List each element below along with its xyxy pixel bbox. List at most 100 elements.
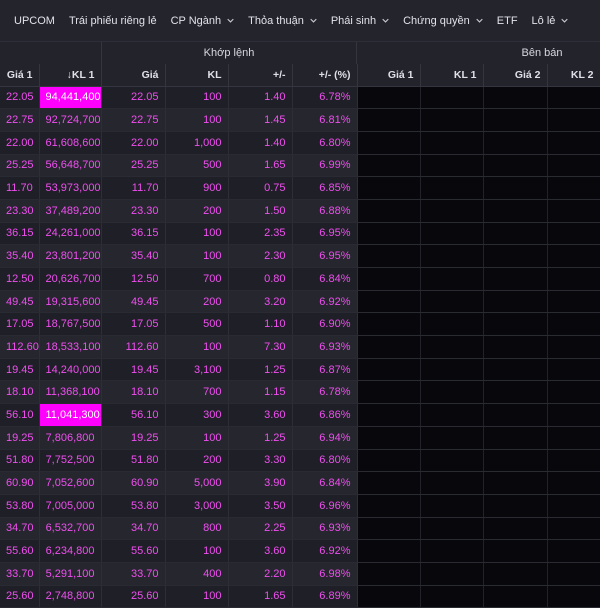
cell-buy-price-1: 22.05	[0, 86, 40, 110]
table-row[interactable]: 60.90 7,052,600 60.90 5,000 3.90 6.84%	[0, 471, 600, 495]
table-row[interactable]: 18.10 11,368,100 18.10 700 1.15 6.78%	[0, 380, 600, 405]
table-row[interactable]: 22.00 61,608,600 22.00 1,000 1.40 6.80%	[0, 131, 600, 155]
cell-buy-price-1: 17.05	[0, 312, 40, 337]
cell-change-percent: 6.94%	[292, 426, 358, 450]
cell-change-percent: 6.86%	[292, 403, 358, 427]
cell-match-volume: 300	[165, 403, 229, 427]
table-row[interactable]: 11.70 53,973,000 11.70 900 0.75 6.85%	[0, 176, 600, 200]
table-row[interactable]: 33.70 5,291,100 33.70 400 2.20 6.98%	[0, 562, 600, 586]
cell-sell-side-empty	[483, 290, 548, 314]
match-group-title: Khớp lệnh	[203, 47, 255, 59]
cell-sell-side-empty	[420, 131, 484, 155]
col-header-buy-price-1[interactable]: Giá 1	[0, 64, 40, 87]
col-header-sell-volume-1[interactable]: KL 1	[420, 64, 484, 87]
table-row[interactable]: 25.25 56,648,700 25.25 500 1.65 6.99%	[0, 154, 600, 178]
table-row[interactable]: 17.05 18,767,500 17.05 500 1.10 6.90%	[0, 312, 600, 337]
cell-sell-side-empty	[420, 312, 484, 337]
cell-match-volume: 900	[165, 176, 229, 200]
cell-sell-side-empty	[420, 244, 484, 268]
table-row[interactable]: 35.40 23,801,200 35.40 100 2.30 6.95%	[0, 244, 600, 268]
cell-change: 1.40	[228, 86, 293, 110]
cell-match-price: 23.30	[101, 199, 166, 223]
cell-match-volume: 1,000	[165, 131, 229, 155]
col-header-sell-price-2[interactable]: Giá 2	[483, 64, 548, 87]
market-tab-4[interactable]: Phái sinh	[331, 15, 389, 27]
cell-change: 1.15	[228, 380, 293, 405]
cell-change: 3.60	[228, 539, 293, 563]
cell-change: 1.65	[228, 585, 293, 608]
market-tab-3[interactable]: Thỏa thuận	[248, 15, 317, 27]
cell-match-volume: 3,000	[165, 494, 229, 518]
table-row[interactable]: 34.70 6,532,700 34.70 800 2.25 6.93%	[0, 517, 600, 541]
table-row[interactable]: 49.45 19,315,600 49.45 200 3.20 6.92%	[0, 290, 600, 314]
table-row[interactable]: 22.75 92,724,700 22.75 100 1.45 6.81%	[0, 108, 600, 132]
cell-buy-volume-1: 14,240,000	[39, 358, 102, 382]
col-header-match-price[interactable]: Giá	[101, 64, 166, 87]
cell-change-percent: 6.81%	[292, 108, 358, 132]
cell-sell-side-empty	[547, 562, 600, 586]
cell-buy-volume-1: 7,005,000	[39, 494, 102, 518]
cell-change-percent: 6.98%	[292, 562, 358, 586]
cell-buy-price-1: 25.25	[0, 154, 40, 178]
market-tab-2[interactable]: CP Ngành	[171, 15, 235, 27]
cell-match-price: 11.70	[101, 176, 166, 200]
col-header-sell-price-1[interactable]: Giá 1	[357, 64, 421, 87]
cell-sell-side-empty	[357, 585, 421, 608]
table-row[interactable]: 112.60 18,533,100 112.60 100 7.30 6.93%	[0, 335, 600, 359]
table-row[interactable]: 25.60 2,748,800 25.60 100 1.65 6.89%	[0, 585, 600, 608]
cell-change: 3.90	[228, 471, 293, 495]
table-row[interactable]: 23.30 37,489,200 23.30 200 1.50 6.88%	[0, 199, 600, 223]
col-header-sell-volume-2[interactable]: KL 2	[547, 64, 600, 87]
market-tab-bar: UPCOM Trái phiếu riêng lẻ CP Ngành Thỏa thu…	[0, 0, 600, 42]
table-row[interactable]: 53.80 7,005,000 53.80 3,000 3.50 6.96%	[0, 494, 600, 518]
cell-change-percent: 6.84%	[292, 471, 358, 495]
market-tab-0[interactable]: UPCOM	[14, 15, 55, 27]
cell-change-percent: 6.85%	[292, 176, 358, 200]
table-row[interactable]: 19.45 14,240,000 19.45 3,100 1.25 6.87%	[0, 358, 600, 382]
cell-sell-side-empty	[420, 449, 484, 473]
chevron-down-icon	[476, 17, 483, 24]
cell-sell-side-empty	[483, 449, 548, 473]
cell-sell-side-empty	[547, 517, 600, 541]
cell-buy-volume-1: 24,261,000	[39, 222, 102, 246]
table-row[interactable]: 51.80 7,752,500 51.80 200 3.30 6.80%	[0, 449, 600, 473]
cell-buy-price-1: 23.30	[0, 199, 40, 223]
col-header-match-volume[interactable]: KL	[165, 64, 229, 87]
cell-change-percent: 6.78%	[292, 86, 358, 110]
cell-sell-side-empty	[547, 199, 600, 223]
cell-buy-volume-1: 53,973,000	[39, 176, 102, 200]
cell-change-percent: 6.84%	[292, 267, 358, 291]
table-row[interactable]: 22.05 94,441,400 22.05 100 1.40 6.78%	[0, 86, 600, 110]
cell-match-price: 34.70	[101, 517, 166, 541]
cell-sell-side-empty	[357, 244, 421, 268]
cell-buy-volume-1: 61,608,600	[39, 131, 102, 155]
market-tab-label: Chứng quyền	[403, 14, 470, 27]
cell-match-price: 36.15	[101, 222, 166, 246]
table-row[interactable]: 55.60 6,234,800 55.60 100 3.60 6.92%	[0, 539, 600, 563]
cell-match-volume: 500	[165, 154, 229, 178]
market-tab-6[interactable]: ETF	[497, 15, 518, 27]
cell-change-percent: 6.78%	[292, 380, 358, 405]
market-tab-label: Phái sinh	[330, 14, 377, 27]
table-row[interactable]: 56.10 11,041,300 56.10 300 3.60 6.86%	[0, 403, 600, 427]
cell-sell-side-empty	[357, 108, 421, 132]
cell-sell-side-empty	[420, 471, 484, 495]
cell-buy-price-1: 36.15	[0, 222, 40, 246]
cell-sell-side-empty	[357, 86, 421, 110]
table-row[interactable]: 36.15 24,261,000 36.15 100 2.35 6.95%	[0, 222, 600, 246]
cell-sell-side-empty	[483, 154, 548, 178]
cell-match-volume: 200	[165, 449, 229, 473]
cell-match-volume: 200	[165, 290, 229, 314]
table-row[interactable]: 12.50 20,626,700 12.50 700 0.80 6.84%	[0, 267, 600, 291]
market-tab-7[interactable]: Lô lẻ	[532, 15, 569, 27]
col-header-change[interactable]: +/-	[228, 64, 293, 87]
col-header-buy-volume-1-sorted[interactable]: ↓KL 1	[39, 64, 102, 87]
cell-sell-side-empty	[547, 290, 600, 314]
market-tab-1[interactable]: Trái phiếu riêng lẻ	[69, 15, 157, 27]
cell-match-volume: 5,000	[165, 471, 229, 495]
table-row[interactable]: 19.25 7,806,800 19.25 100 1.25 6.94%	[0, 426, 600, 450]
cell-buy-price-1: 22.75	[0, 108, 40, 132]
column-group-header: Khớp lệnh Bên bán	[0, 42, 600, 65]
market-tab-5[interactable]: Chứng quyền	[403, 15, 483, 27]
col-header-change-percent[interactable]: +/- (%)	[292, 64, 358, 87]
